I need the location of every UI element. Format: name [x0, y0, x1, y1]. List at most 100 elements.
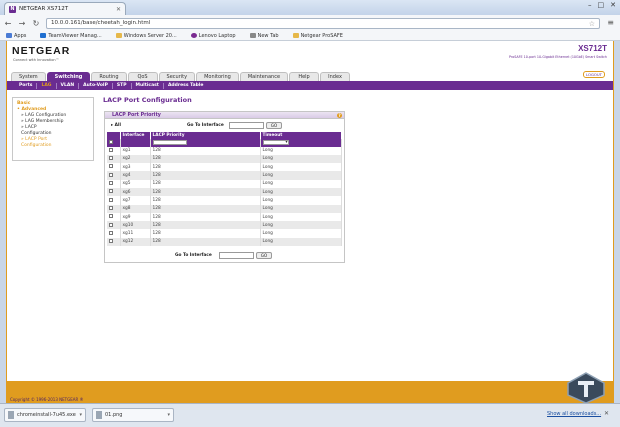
sub-tab-auto-voip[interactable]: Auto-VoIP — [79, 82, 113, 89]
table-row[interactable]: xg5 128 Long — [107, 179, 342, 188]
tab-title: NETGEAR XS712T — [19, 6, 69, 12]
table-row[interactable]: xg11 128 Long — [107, 229, 342, 238]
table-row[interactable]: xg8 128 Long — [107, 204, 342, 213]
main-tab-index[interactable]: Index — [320, 72, 351, 81]
maximize-icon[interactable]: □ — [598, 1, 605, 9]
bookmark-label: Windows Server 20... — [123, 32, 177, 39]
table-row[interactable]: xg6 128 Long — [107, 187, 342, 197]
main-tab-routing[interactable]: Routing — [91, 72, 127, 81]
row-checkbox[interactable] — [109, 164, 113, 169]
all-toggle[interactable]: ▸ All — [111, 123, 121, 128]
help-icon[interactable]: ? — [337, 113, 342, 118]
download-item-2[interactable]: 01.png ▾ — [92, 408, 174, 422]
sub-nav: Ports LAG VLAN Auto-VoIP STP Multicast Address… — [7, 81, 613, 90]
back-icon[interactable]: ← — [4, 19, 12, 28]
row-checkbox[interactable] — [109, 189, 113, 194]
table-row[interactable]: xg12 128 Long — [107, 237, 342, 247]
main-tab-qos[interactable]: QoS — [127, 72, 158, 81]
download-menu-icon-2[interactable]: ▾ — [167, 412, 170, 418]
show-all-downloads-link[interactable]: Show all downloads... — [547, 411, 601, 417]
address-bar[interactable]: 10.0.0.161/base/cheetah_login.html ☆ — [46, 17, 600, 29]
bookmark-item[interactable]: New Tab — [249, 33, 279, 39]
page-content: NETGEAR Connect with Innovation™ XS712T … — [7, 41, 613, 381]
row-checkbox-cell — [107, 187, 121, 197]
bookmark-item[interactable]: TeamViewer Manag... — [40, 32, 102, 39]
cell-priority: 128 — [150, 146, 261, 155]
sub-tab-vlan[interactable]: VLAN — [57, 82, 80, 89]
bookmark-label: Lenovo Laptop — [198, 32, 236, 39]
main-tab-security[interactable]: Security — [158, 72, 196, 81]
sidebar: Basic • Advanced» LAG Configuration» LAG … — [12, 97, 94, 161]
go-button-bottom[interactable]: GO — [256, 252, 272, 259]
table-row[interactable]: xg9 128 Long — [107, 212, 342, 222]
sidebar-item[interactable]: Configuration — [17, 143, 89, 149]
reload-icon[interactable]: ↻ — [32, 19, 40, 28]
table-row[interactable]: xg3 128 Long — [107, 163, 342, 172]
bookmark-item[interactable]: Windows Server 20... — [115, 32, 177, 39]
row-checkbox[interactable] — [109, 156, 113, 161]
table-row[interactable]: xg10 128 Long — [107, 221, 342, 230]
main-tab-monitoring[interactable]: Monitoring — [196, 72, 239, 81]
row-checkbox[interactable] — [109, 181, 113, 186]
bookmark-item[interactable]: Netgear ProSAFE — [292, 33, 343, 39]
table-row[interactable]: xg2 128 Long — [107, 154, 342, 164]
bookmark-item[interactable]: Lenovo Laptop — [190, 32, 236, 39]
row-checkbox[interactable] — [109, 230, 113, 235]
main-tab-system[interactable]: System — [11, 72, 46, 81]
row-checkbox[interactable] — [109, 214, 113, 219]
download-name-1: chromeinstall-7u45.exe — [17, 412, 76, 418]
row-checkbox[interactable] — [109, 205, 113, 210]
row-checkbox[interactable] — [109, 197, 113, 202]
download-menu-icon[interactable]: ▾ — [79, 412, 82, 418]
cell-timeout: Long — [260, 171, 342, 180]
main-tab-help[interactable]: Help — [289, 72, 320, 81]
close-downloads-icon[interactable]: ✕ — [604, 410, 609, 417]
goto-interface-input[interactable] — [229, 122, 264, 129]
download-item-1[interactable]: chromeinstall-7u45.exe ▾ — [4, 408, 86, 422]
priority-input[interactable] — [152, 139, 187, 145]
go-button[interactable]: GO — [266, 122, 282, 129]
row-checkbox[interactable] — [109, 147, 113, 152]
bookmark-label: TeamViewer Manag... — [48, 32, 102, 39]
row-checkbox[interactable] — [109, 239, 113, 244]
close-tab-icon[interactable]: ✕ — [116, 6, 121, 13]
row-checkbox-cell — [107, 229, 121, 238]
window-controls: – □ ✕ — [588, 1, 616, 9]
close-window-icon[interactable]: ✕ — [610, 1, 616, 9]
table-row[interactable]: xg1 128 Long — [107, 146, 342, 155]
main-tab-switching[interactable]: Switching — [46, 72, 91, 81]
cell-timeout: Long — [260, 237, 342, 247]
cell-iface: xg10 — [120, 221, 151, 230]
table-row[interactable]: xg7 128 Long — [107, 196, 342, 205]
select-all-checkbox[interactable] — [109, 139, 113, 144]
edit-row-timeout-cell — [260, 138, 342, 147]
sub-tab-ports[interactable]: Ports — [15, 82, 38, 89]
panel-header: LACP Port Priority ? — [105, 112, 344, 119]
bookmarks-bar: Apps TeamViewer Manag... Windows Server 20… — [0, 31, 620, 41]
sub-tab-stp[interactable]: STP — [113, 82, 132, 89]
lenovo-icon — [190, 33, 197, 38]
forward-icon[interactable]: → — [18, 19, 26, 28]
timeout-select[interactable] — [262, 139, 289, 145]
logout-button[interactable]: LOGOUT — [583, 71, 605, 78]
netgear-favicon-icon: N — [9, 5, 16, 13]
lacp-priority-panel: LACP Port Priority ? ▸ All Go To Interfa… — [104, 111, 345, 263]
menu-icon[interactable]: ≡ — [607, 18, 614, 27]
cell-priority: 128 — [150, 237, 261, 247]
bookmark-item[interactable]: Apps — [6, 33, 26, 39]
sub-tab-lag[interactable]: LAG — [37, 82, 57, 89]
row-checkbox[interactable] — [109, 172, 113, 177]
goto-interface-input-bottom[interactable] — [219, 252, 254, 259]
sub-tab-address-table[interactable]: Address Table — [164, 83, 207, 89]
title-bar: N NETGEAR XS712T ✕ – □ ✕ — [0, 0, 620, 15]
cell-priority: 128 — [150, 163, 261, 172]
cell-priority: 128 — [150, 229, 261, 238]
row-checkbox[interactable] — [109, 222, 113, 227]
netgear-header: NETGEAR Connect with Innovation™ XS712T … — [7, 41, 613, 74]
bookmark-star-icon[interactable]: ☆ — [589, 20, 595, 28]
browser-tab[interactable]: N NETGEAR XS712T ✕ — [4, 2, 126, 15]
main-tab-maintenance[interactable]: Maintenance — [239, 72, 289, 81]
minimize-icon[interactable]: – — [588, 1, 592, 9]
sub-tab-multicast[interactable]: Multicast — [132, 82, 164, 89]
table-row[interactable]: xg4 128 Long — [107, 171, 342, 180]
